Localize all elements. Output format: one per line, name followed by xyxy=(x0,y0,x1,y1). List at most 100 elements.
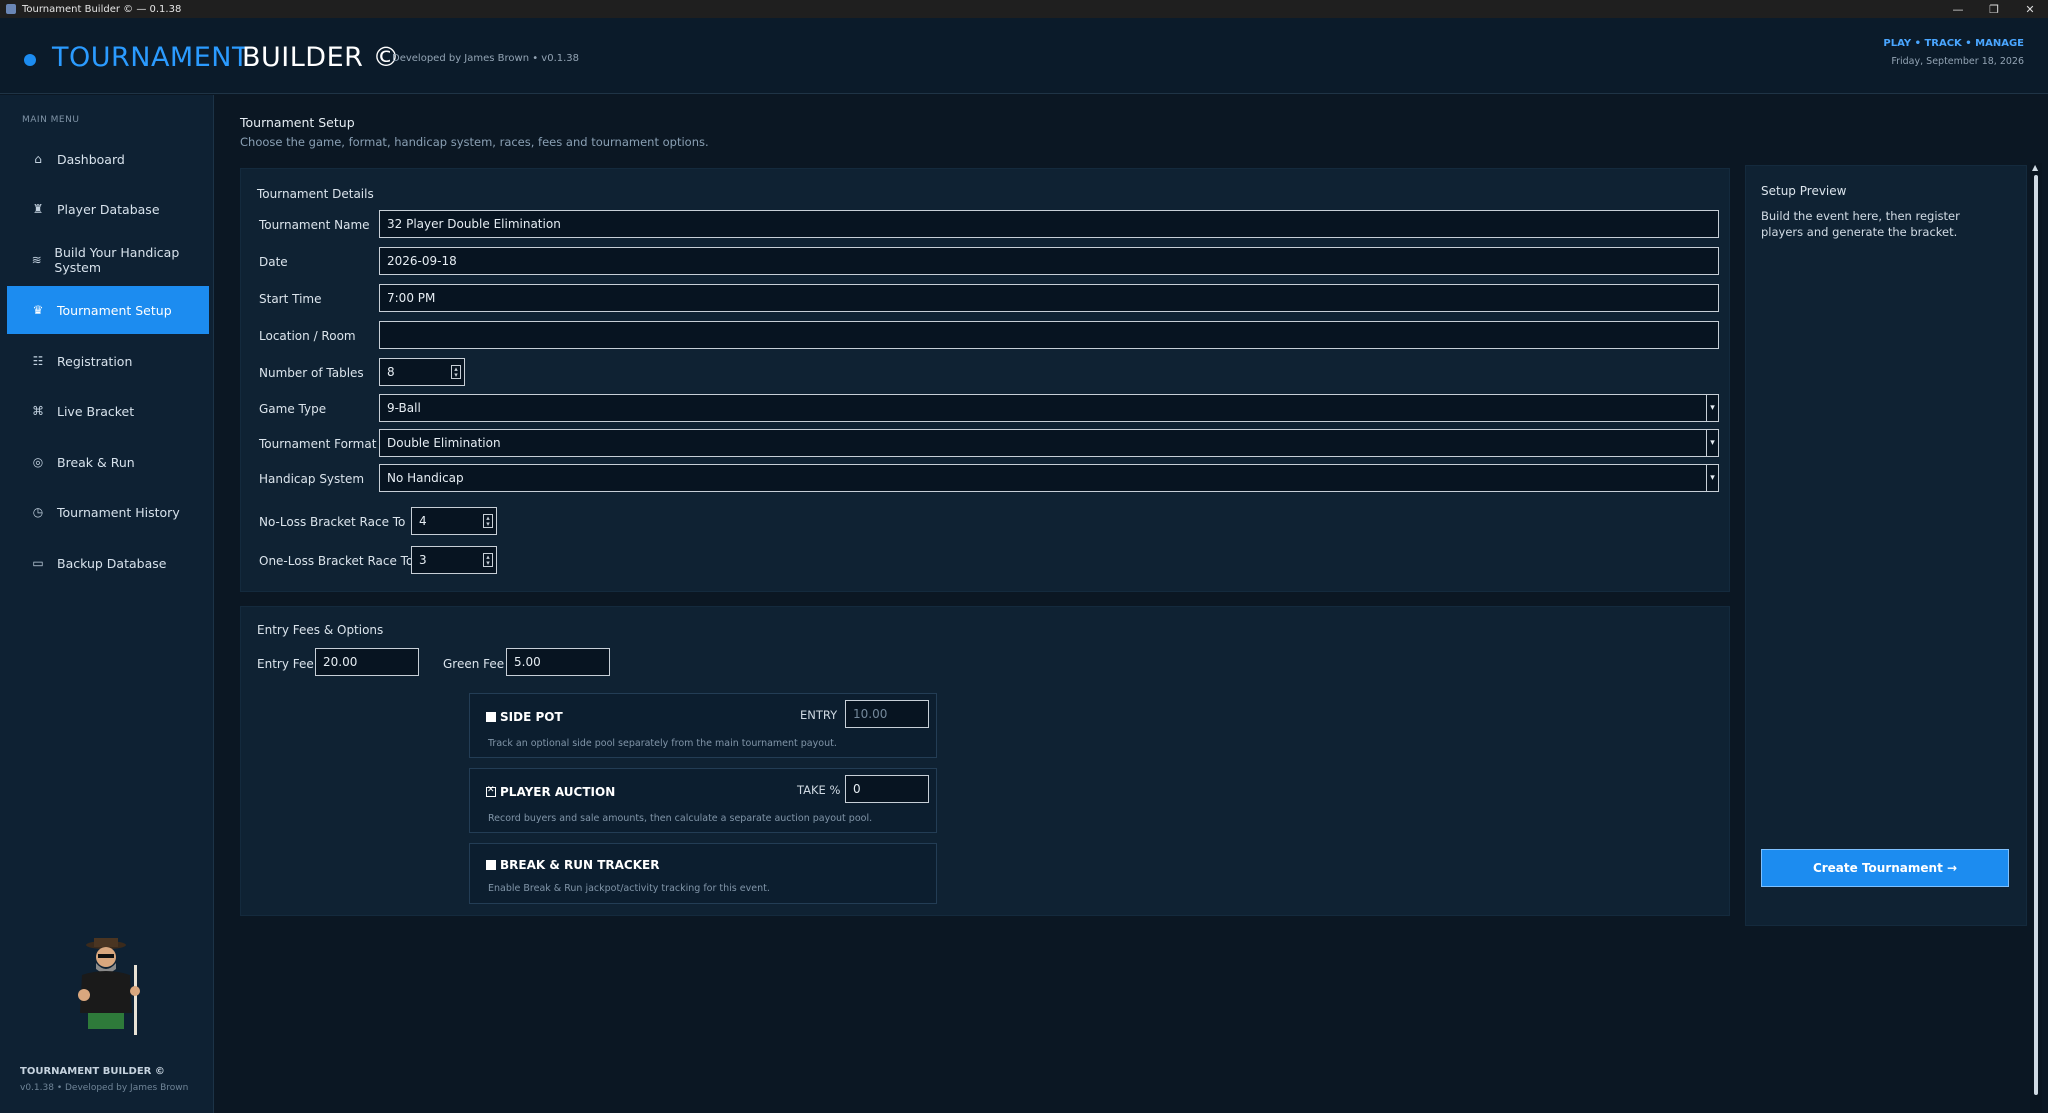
handicap-icon: ≋ xyxy=(31,253,42,267)
page-title: Tournament Setup xyxy=(240,115,355,130)
app-icon xyxy=(6,4,16,14)
window-title: Tournament Builder © — 0.1.38 xyxy=(22,3,182,15)
side-pot-toggle[interactable]: SIDE POT xyxy=(486,710,563,724)
sidebar-item-label: Build Your Handicap System xyxy=(54,245,180,275)
brand-dot-icon xyxy=(24,54,36,66)
scrollbar-thumb[interactable] xyxy=(2034,175,2038,1095)
sidebar-item-backup-database[interactable]: ▭ Backup Database xyxy=(7,539,209,587)
auction-take-input[interactable]: 0 xyxy=(845,775,929,803)
brand-title-primary: TOURNAMENT xyxy=(52,42,249,73)
side-pot-entry-input[interactable]: 10.00 xyxy=(845,700,929,728)
sidebar-item-break-run[interactable]: ◎ Break & Run xyxy=(7,438,209,486)
location-label: Location / Room xyxy=(259,329,356,343)
break-run-title: BREAK & RUN TRACKER xyxy=(500,858,660,872)
break-run-toggle[interactable]: BREAK & RUN TRACKER xyxy=(486,858,659,872)
database-icon: ▭ xyxy=(32,556,44,570)
home-icon: ⌂ xyxy=(34,152,42,166)
start-time-input[interactable]: 7:00 PM xyxy=(379,284,1719,312)
one-loss-race-stepper[interactable]: 3 ▴ ▾ xyxy=(411,546,497,574)
sidebar-footer-version: v0.1.38 • Developed by James Brown xyxy=(20,1083,189,1093)
format-label: Tournament Format xyxy=(259,437,377,451)
sidebar-item-label: Live Bracket xyxy=(57,403,135,419)
stepper-arrows-icon[interactable]: ▴ ▾ xyxy=(483,514,493,528)
sidebar-item-dashboard[interactable]: ⌂ Dashboard xyxy=(7,135,209,183)
no-loss-race-label: No-Loss Bracket Race To xyxy=(259,515,406,529)
sidebar-item-live-bracket[interactable]: ⌘ Live Bracket xyxy=(7,387,209,435)
sidebar-item-player-database[interactable]: ♜ Player Database xyxy=(7,185,209,233)
close-button[interactable]: ✕ xyxy=(2012,0,2048,18)
main-menu-label: MAIN MENU xyxy=(22,115,80,125)
break-run-description: Enable Break & Run jackpot/activity trac… xyxy=(488,883,770,894)
tables-stepper[interactable]: 8 ▴ ▾ xyxy=(379,358,465,386)
window-titlebar: Tournament Builder © — 0.1.38 — ❐ ✕ xyxy=(0,0,2048,18)
setup-preview-title: Setup Preview xyxy=(1761,184,1847,198)
handicap-label: Handicap System xyxy=(259,472,365,486)
trophy-icon: ♛ xyxy=(32,303,44,317)
entry-fees-card: Entry Fees & Options Entry Fee 20.00 Gre… xyxy=(240,606,1730,916)
sidebar-item-tournament-history[interactable]: ◷ Tournament History xyxy=(7,488,209,536)
player-auction-toggle[interactable]: PLAYER AUCTION xyxy=(486,785,615,799)
sidebar-item-tournament-setup[interactable]: ♛ Tournament Setup xyxy=(7,286,209,334)
chevron-down-icon[interactable]: ▾ xyxy=(1706,395,1718,421)
target-icon: ◎ xyxy=(32,455,44,469)
no-loss-race-value: 4 xyxy=(419,514,427,528)
window-controls: — ❐ ✕ xyxy=(1940,0,2048,18)
side-pot-option: SIDE POT ENTRY 10.00 Track an optional s… xyxy=(469,693,937,758)
checkbox-unchecked-icon[interactable] xyxy=(486,785,496,797)
one-loss-race-value: 3 xyxy=(419,553,427,567)
sidebar-item-label: Registration xyxy=(57,353,133,369)
sidebar: MAIN MENU ⌂ Dashboard ♜ Player Database … xyxy=(0,95,214,1113)
mascot-illustration xyxy=(78,938,140,1035)
stepper-arrows-icon[interactable]: ▴ ▾ xyxy=(483,553,493,567)
sidebar-item-label: Tournament Setup xyxy=(57,302,172,318)
sidebar-footer-title: TOURNAMENT BUILDER © xyxy=(20,1066,165,1077)
sidebar-item-label: Tournament History xyxy=(57,504,180,520)
app-header: TOURNAMENT BUILDER © Developed by James … xyxy=(0,18,2048,94)
format-select[interactable]: Double Elimination ▾ xyxy=(379,429,1719,457)
developer-credit: Developed by James Brown • v0.1.38 xyxy=(392,53,580,64)
tournament-details-title: Tournament Details xyxy=(257,187,374,201)
date-input[interactable]: 2026-09-18 xyxy=(379,247,1719,275)
sidebar-item-label: Dashboard xyxy=(57,151,125,167)
setup-preview-card: Setup Preview Build the event here, then… xyxy=(1745,165,2027,926)
minimize-button[interactable]: — xyxy=(1940,0,1976,18)
brand-title-secondary: BUILDER © xyxy=(242,42,400,73)
side-pot-title: SIDE POT xyxy=(500,710,563,724)
chevron-down-icon[interactable]: ▾ xyxy=(1706,430,1718,456)
entry-fee-label: Entry Fee xyxy=(257,657,314,671)
header-tagline: PLAY • TRACK • MANAGE xyxy=(1883,38,2024,49)
tables-value: 8 xyxy=(387,365,395,379)
game-type-label: Game Type xyxy=(259,402,327,416)
green-fee-label: Green Fee xyxy=(443,657,505,671)
maximize-button[interactable]: ❐ xyxy=(1976,0,2012,18)
tournament-name-input[interactable]: 32 Player Double Elimination xyxy=(379,210,1719,238)
handicap-select[interactable]: No Handicap ▾ xyxy=(379,464,1719,492)
sidebar-item-label: Player Database xyxy=(57,201,160,217)
player-auction-description: Record buyers and sale amounts, then cal… xyxy=(488,813,873,824)
create-tournament-button[interactable]: Create Tournament → xyxy=(1761,849,2009,887)
tournament-name-label: Tournament Name xyxy=(259,218,370,232)
sidebar-item-registration[interactable]: ☷ Registration xyxy=(7,337,209,385)
header-date: Friday, September 18, 2026 xyxy=(1891,56,2024,67)
chevron-down-icon[interactable]: ▾ xyxy=(1706,465,1718,491)
list-icon: ☷ xyxy=(32,354,44,368)
game-type-select[interactable]: 9-Ball ▾ xyxy=(379,394,1719,422)
checkbox-checked-icon[interactable] xyxy=(486,712,496,722)
stepper-arrows-icon[interactable]: ▴ ▾ xyxy=(451,365,461,379)
start-time-label: Start Time xyxy=(259,292,322,306)
sidebar-item-handicap-system[interactable]: ≋ Build Your Handicap System xyxy=(7,236,209,284)
player-icon: ♜ xyxy=(32,202,44,216)
checkbox-checked-icon[interactable] xyxy=(486,860,496,870)
location-input[interactable] xyxy=(379,321,1719,349)
scroll-up-icon[interactable]: ▲ xyxy=(2032,163,2038,172)
main-content: Tournament Setup Choose the game, format… xyxy=(215,95,2033,1113)
break-run-option: BREAK & RUN TRACKER Enable Break & Run j… xyxy=(469,843,937,904)
entry-fee-input[interactable]: 20.00 xyxy=(315,648,419,676)
no-loss-race-stepper[interactable]: 4 ▴ ▾ xyxy=(411,507,497,535)
scrollbar[interactable]: ▲ xyxy=(2030,163,2042,1113)
side-pot-description: Track an optional side pool separately f… xyxy=(488,738,837,749)
history-icon: ◷ xyxy=(32,505,44,519)
green-fee-input[interactable]: 5.00 xyxy=(506,648,610,676)
format-value: Double Elimination xyxy=(387,436,501,450)
tables-label: Number of Tables xyxy=(259,366,364,380)
